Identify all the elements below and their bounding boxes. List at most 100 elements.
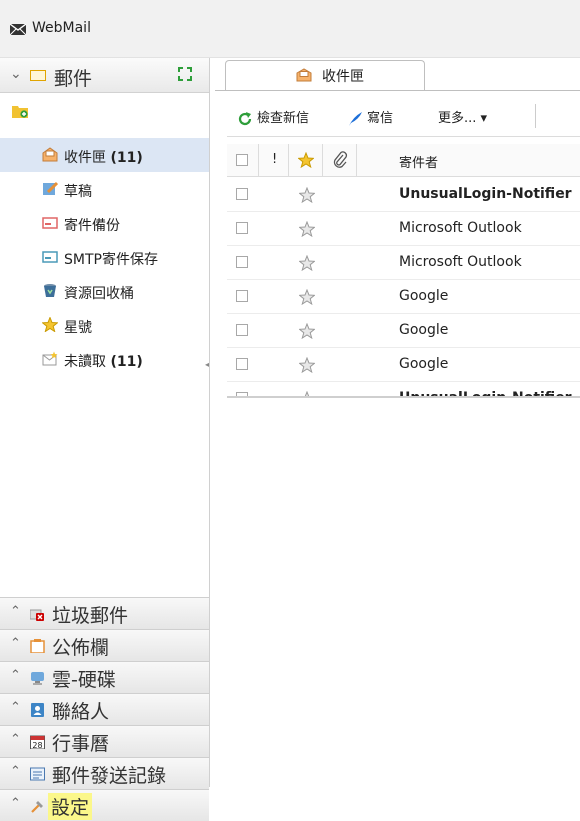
folder-trash[interactable]: 資源回收桶 [0,274,209,308]
folder-unread[interactable]: 未讀取 (11) [0,342,209,376]
row-checkbox[interactable] [236,392,248,396]
expand-icon[interactable] [178,67,192,81]
bulletin-icon [30,639,45,653]
check-new-label: 檢查新信 [257,111,310,126]
mail-section-header[interactable]: ⌄ 郵件 [0,58,209,93]
compose-button[interactable]: 寫信 [347,107,393,127]
folder-list: 收件匣 (11) 草稿 寄件備份 SMTP寄件保存 資源回收桶 星號 未讀取 (… [0,138,209,376]
panel-label: 雲-硬碟 [52,669,116,691]
panel-label: 公佈欄 [52,637,110,659]
attachment-column[interactable] [323,144,357,176]
drafts-icon [43,181,58,195]
inbox-icon [42,147,58,162]
table-row[interactable]: Google [227,347,580,382]
folder-drafts[interactable]: 草稿 [0,172,209,206]
sidebar-panels: ⌃ 垃圾郵件 ⌃ 公佈欄 ⌃ 雲-硬碟 ⌃ 聯絡人 ⌃ 28 行事曆 ⌃ 郵件發… [0,597,209,821]
sidebar-collapse-handle[interactable]: ◂ [205,360,211,376]
panel-spam[interactable]: ⌃ 垃圾郵件 [0,597,209,629]
row-sender: UnusualLogin-Notifier [399,186,572,202]
row-sender: Google [399,356,449,372]
sender-column[interactable]: 寄件者 [357,144,580,176]
mail-toolbar: 檢查新信 寫信 更多... ▾ [227,98,580,137]
star-outline-icon[interactable] [299,289,315,305]
unread-icon [42,351,58,366]
star-icon [42,317,58,332]
folder-label: 收件匣 [64,150,106,166]
folder-sent[interactable]: 寄件備份 [0,206,209,240]
calendar-day: 28 [32,741,42,749]
send-log-icon [30,767,45,781]
folder-smtp-saved[interactable]: SMTP寄件保存 [0,240,209,274]
row-checkbox[interactable] [236,256,248,268]
folder-starred[interactable]: 星號 [0,308,209,342]
message-grid: ! 寄件者 UnusualLogin-Notifier Microsoft Ou… [227,144,580,398]
calendar-icon: 28 [30,735,45,749]
folder-inbox[interactable]: 收件匣 (11) [0,138,209,172]
panel-label: 郵件發送記錄 [52,765,167,787]
table-row[interactable]: Google [227,313,580,348]
panel-label: 設定 [48,793,93,820]
table-row[interactable]: Google [227,279,580,314]
sidebar: ⌄ 郵件 收件匣 (11) 草稿 寄件備份 SMTP寄件保存 資源回收桶 星號 … [0,58,210,821]
trash-icon [44,284,56,297]
row-checkbox[interactable] [236,290,248,302]
folder-label: 星號 [64,320,92,336]
panel-bulletin[interactable]: ⌃ 公佈欄 [0,629,209,661]
folder-label: 寄件備份 [64,218,120,234]
smtp-saved-icon [42,251,58,263]
sender-header: 寄件者 [399,156,439,171]
folder-label: 資源回收桶 [64,286,134,302]
inbox-icon [296,68,312,82]
panel-cloud-drive[interactable]: ⌃ 雲-硬碟 [0,661,209,693]
tab-inbox[interactable]: 收件匣 [225,60,425,90]
row-sender: Google [399,322,449,338]
folder-label: 未讀取 [64,354,106,370]
mail-envelope-icon [10,24,26,35]
tab-label: 收件匣 [322,69,364,85]
feather-pen-icon [349,111,362,126]
more-menu-button[interactable]: 更多... ▾ [438,107,487,126]
main-area: 收件匣 檢查新信 寫信 更多... ▾ ! 寄件者 UnusualLogin-N… [215,58,580,787]
star-outline-icon[interactable] [299,221,315,237]
chevron-up-icon: ⌃ [10,668,21,683]
star-column[interactable] [289,144,323,176]
table-row[interactable]: UnusualLogin-Notifier [227,177,580,212]
priority-column[interactable]: ! [259,144,289,176]
table-row[interactable]: Microsoft Outlook [227,211,580,246]
row-checkbox[interactable] [236,188,248,200]
row-checkbox[interactable] [236,324,248,336]
star-outline-icon[interactable] [299,357,315,373]
panel-label: 行事曆 [52,733,110,755]
panel-settings[interactable]: ⌃ 設定 [0,789,209,821]
paperclip-icon [333,151,347,168]
star-outline-icon[interactable] [299,255,315,271]
panel-label: 垃圾郵件 [52,605,129,627]
table-row[interactable]: Microsoft Outlook [227,245,580,280]
star-outline-icon[interactable] [299,323,315,339]
row-sender: Microsoft Outlook [399,254,522,270]
row-checkbox[interactable] [236,222,248,234]
mail-envelope-icon [30,70,46,81]
sent-icon [42,217,58,229]
chevron-up-icon: ⌃ [10,604,21,619]
toolbar-divider [535,104,536,128]
row-sender: Google [399,288,449,304]
panel-send-log[interactable]: ⌃ 郵件發送記錄 [0,757,209,789]
chevron-up-icon: ⌃ [10,764,21,779]
settings-icon [31,801,43,813]
select-all-checkbox[interactable] [236,154,248,166]
row-sender: UnusualLogin-Notifier [399,390,572,398]
select-all-column [227,144,259,176]
new-folder-icon[interactable] [12,104,28,118]
contacts-icon [31,703,44,717]
panel-calendar[interactable]: ⌃ 28 行事曆 [0,725,209,757]
cloud-drive-icon [31,672,44,685]
table-row[interactable]: UnusualLogin-Notifier [227,381,580,398]
panel-contacts[interactable]: ⌃ 聯絡人 [0,693,209,725]
chevron-up-icon: ⌃ [10,796,21,811]
row-checkbox[interactable] [236,358,248,370]
star-icon [298,152,314,168]
star-outline-icon[interactable] [299,187,315,203]
star-outline-icon[interactable] [299,391,315,398]
check-new-button[interactable]: 檢查新信 [237,107,309,127]
